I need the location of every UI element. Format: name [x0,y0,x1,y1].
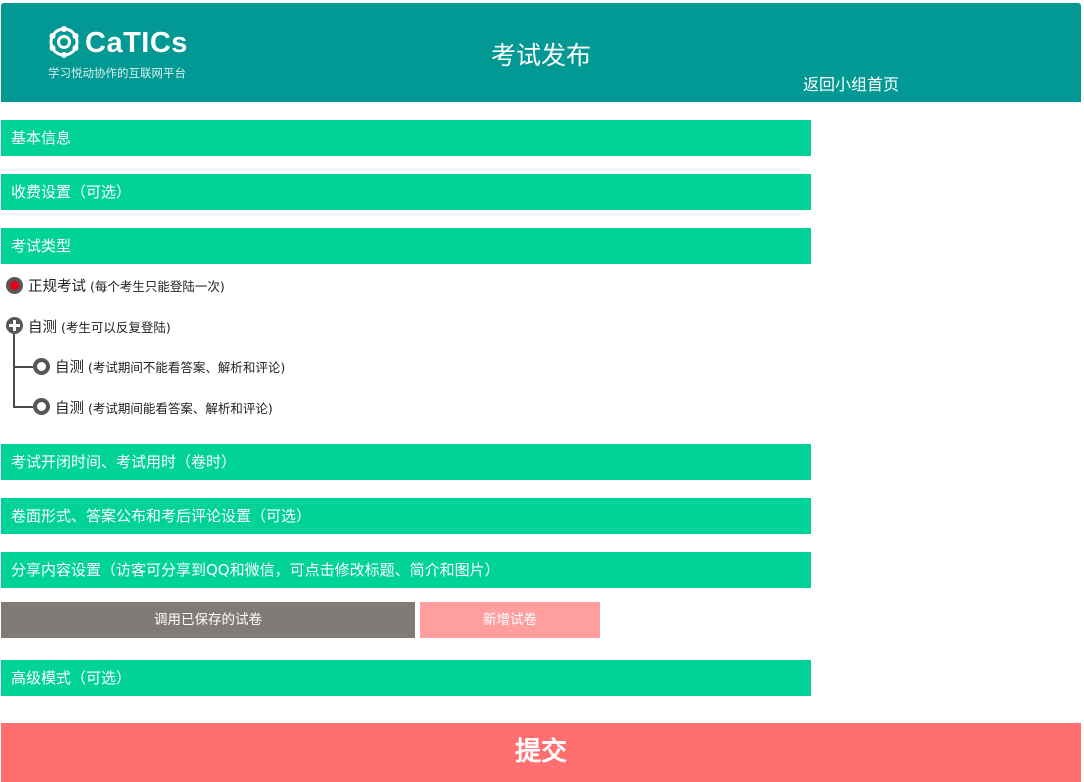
load-saved-paper-button[interactable]: 调用已保存的试卷 [1,602,415,638]
option-self-test-with-answers-note: (考试期间能看答案、解析和评论) [88,401,273,416]
option-formal-label: 正规考试 [28,279,86,295]
section-time-settings[interactable]: 考试开闭时间、考试用时（卷时） [1,444,811,480]
option-formal-note: (每个考生只能登陆一次) [90,279,225,294]
option-self-test-with-answers[interactable]: 自测 (考试期间能看答案、解析和评论) [55,397,273,418]
option-self-test-note: (考生可以反复登陆) [61,320,171,335]
section-advanced-mode[interactable]: 高级模式（可选） [1,660,811,696]
radio-icon[interactable] [33,398,50,415]
option-self-test-no-answers-note: (考试期间不能看答案、解析和评论) [88,360,286,375]
option-self-test-no-answers-label: 自测 [55,360,84,376]
option-formal-exam[interactable]: 正规考试 (每个考生只能登陆一次) [28,275,225,296]
option-self-test[interactable]: 自测 (考生可以反复登陆) [28,316,171,337]
catics-logo[interactable]: CaTICs 学习悦动协作的互联网平台 [47,25,217,85]
option-self-test-with-answers-label: 自测 [55,401,84,417]
section-fee-settings[interactable]: 收费设置（可选） [1,174,811,210]
section-paper-format[interactable]: 卷面形式、答案公布和考后评论设置（可选） [1,498,811,534]
page-title: 考试发布 [490,41,591,70]
option-self-test-no-answers[interactable]: 自测 (考试期间不能看答案、解析和评论) [55,356,285,377]
back-to-group-link[interactable]: 返回小组首页 [803,71,899,95]
radio-selected-icon[interactable] [6,277,23,294]
exam-publish-page: CaTICs 学习悦动协作的互联网平台 考试发布 返回小组首页 基本信息 收费设… [0,0,1084,782]
section-basic-info[interactable]: 基本信息 [1,120,811,156]
tree-connector-branch-2 [13,406,33,408]
logo-text: CaTICs [85,27,188,59]
new-paper-button[interactable]: 新增试卷 [420,602,600,638]
tree-connector-branch-1 [13,366,33,368]
header: CaTICs 学习悦动协作的互联网平台 考试发布 返回小组首页 [1,3,1081,102]
catics-logo-icon [49,26,79,58]
plus-circle-icon[interactable] [6,317,23,334]
logo-tagline: 学习悦动协作的互联网平台 [48,66,186,80]
option-self-test-label: 自测 [28,320,57,336]
submit-button[interactable]: 提交 [1,723,1081,782]
section-share-settings[interactable]: 分享内容设置（访客可分享到QQ和微信，可点击修改标题、简介和图片） [1,552,811,588]
tree-connector-vertical [13,334,15,407]
radio-icon[interactable] [33,358,50,375]
section-exam-type[interactable]: 考试类型 [1,228,811,264]
